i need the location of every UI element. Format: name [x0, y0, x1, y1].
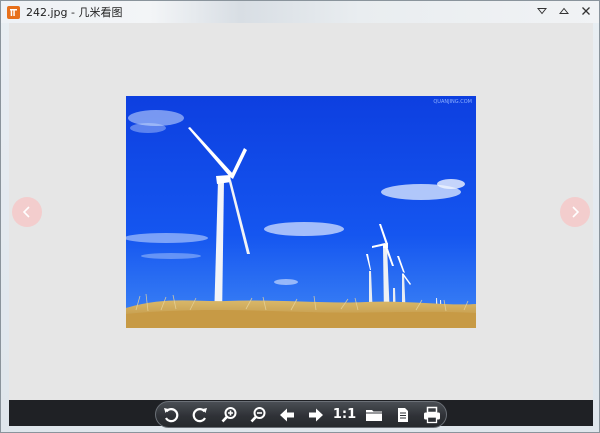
rotate-left-icon	[163, 407, 178, 422]
open-folder-button[interactable]	[363, 405, 385, 425]
previous-image-button[interactable]	[12, 197, 42, 227]
previous-button[interactable]	[276, 405, 298, 425]
next-image-button[interactable]	[560, 197, 590, 227]
zoom-out-button[interactable]	[247, 405, 269, 425]
title-bar[interactable]: 242.jpg - 几米看图	[1, 1, 599, 23]
arrow-left-icon	[279, 408, 294, 421]
zoom-in-icon	[221, 406, 236, 422]
document-properties-icon	[397, 407, 408, 422]
wind-turbine-photo: QUANJING.COM	[126, 96, 476, 328]
chevron-right-icon	[572, 206, 580, 218]
close-button[interactable]	[577, 3, 595, 19]
bottom-toolbar: 1:1	[155, 401, 447, 428]
print-button[interactable]	[421, 405, 443, 425]
zoom-in-button[interactable]	[218, 405, 240, 425]
image-viewer-area[interactable]: QUANJING.COM	[9, 23, 593, 400]
close-icon	[582, 7, 590, 15]
app-window: 242.jpg - 几米看图 QUANJING.COM 1:1	[0, 0, 600, 433]
maximize-button[interactable]	[555, 3, 573, 19]
printer-icon	[423, 406, 440, 423]
app-logo-icon[interactable]	[7, 5, 20, 19]
displayed-photo: QUANJING.COM	[126, 96, 476, 328]
arrow-right-icon	[308, 408, 323, 421]
zoom-out-icon	[250, 406, 265, 422]
folder-icon	[365, 409, 382, 421]
photo-watermark: QUANJING.COM	[433, 99, 472, 105]
properties-button[interactable]	[392, 405, 414, 425]
actual-size-button[interactable]: 1:1	[333, 405, 356, 425]
chevron-up-icon	[559, 7, 569, 14]
next-button[interactable]	[305, 405, 327, 425]
rotate-right-button[interactable]	[189, 405, 211, 425]
rotate-right-icon	[192, 407, 207, 422]
chevron-down-icon	[537, 8, 547, 15]
window-title: 242.jpg - 几米看图	[26, 6, 123, 19]
rotate-left-button[interactable]	[160, 405, 182, 425]
chevron-left-icon	[22, 206, 30, 218]
dropdown-button[interactable]	[533, 3, 551, 19]
window-controls	[533, 3, 595, 19]
